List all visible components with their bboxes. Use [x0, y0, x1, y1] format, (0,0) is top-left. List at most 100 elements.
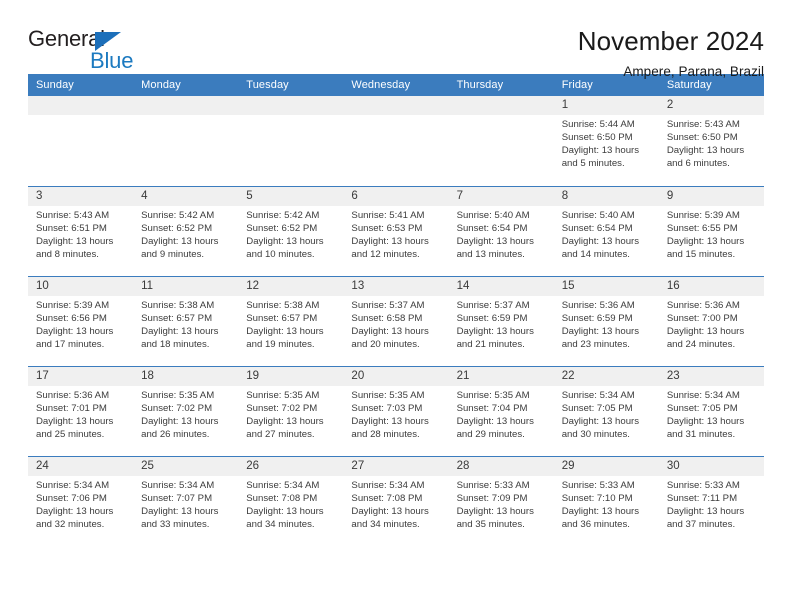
calendar-day-cell[interactable]: 30 Sunrise: 5:33 AM Sunset: 7:11 PM Dayligh… [658, 455, 764, 546]
calendar-day-cell[interactable]: 10 Sunrise: 5:39 AM Sunset: 6:56 PM Dayligh… [28, 275, 134, 366]
sun-details: Sunrise: 5:34 AM Sunset: 7:07 PM Daylight:… [133, 476, 238, 531]
calendar-day-cell[interactable]: 14 Sunrise: 5:37 AM Sunset: 6:59 PM Dayligh… [448, 275, 554, 366]
sunrise-time: Sunrise: 5:43 AM [666, 119, 740, 130]
day-number: 15 [553, 276, 659, 296]
sunset-time: Sunset: 7:06 PM [36, 492, 107, 504]
calendar-day-cell[interactable]: 8 Sunrise: 5:40 AM Sunset: 6:54 PM Daylight… [553, 185, 659, 276]
daylight-line-2: and 32 minutes. [36, 518, 105, 530]
calendar-day-cell[interactable]: 11 Sunrise: 5:38 AM Sunset: 6:57 PM Dayligh… [133, 275, 239, 366]
sunrise-time: Sunrise: 5:40 AM [456, 209, 530, 221]
daylight-line-2: and 37 minutes. [666, 518, 736, 530]
sun-details: Sunrise: 5:38 AM Sunset: 6:57 PM Daylight:… [133, 296, 238, 351]
calendar-day-cell[interactable]: 26 Sunrise: 5:34 AM Sunset: 7:08 PM Dayligh… [238, 455, 344, 546]
sunset-time: Sunset: 6:58 PM [351, 312, 423, 324]
daylight-line-1: Daylight: 13 hours [456, 415, 534, 427]
sunrise-time: Sunrise: 5:36 AM [561, 299, 635, 311]
calendar-day-cell[interactable]: 15 Sunrise: 5:36 AM Sunset: 6:59 PM Dayligh… [553, 275, 659, 366]
calendar-day-cell[interactable]: 27 Sunrise: 5:34 AM Sunset: 7:08 PM Dayligh… [343, 455, 449, 546]
sunset-time: Sunset: 6:59 PM [561, 312, 633, 324]
daylight-line-1: Daylight: 13 hours [456, 235, 534, 247]
sunrise-time: Sunrise: 5:37 AM [456, 299, 530, 311]
daylight-line-1: Daylight: 13 hours [36, 415, 114, 427]
sunrise-time: Sunrise: 5:35 AM [456, 389, 530, 401]
day-number [343, 96, 449, 115]
calendar-day-cell[interactable]: 2 Sunrise: 5:43 AM Sunset: 6:50 PM Daylight… [658, 96, 764, 186]
weekday-header-thursday: Thursday [448, 74, 554, 96]
daylight-line-1: Daylight: 13 hours [351, 505, 429, 517]
calendar-day-cell[interactable]: 19 Sunrise: 5:35 AM Sunset: 7:02 PM Dayligh… [238, 365, 344, 456]
sunrise-time: Sunrise: 5:38 AM [246, 299, 320, 311]
weekday-header-sunday: Sunday [28, 74, 134, 96]
sun-details: Sunrise: 5:34 AM Sunset: 7:08 PM Daylight:… [343, 476, 448, 531]
calendar-day-cell[interactable]: 9 Sunrise: 5:39 AM Sunset: 6:55 PM Daylight… [658, 185, 764, 276]
sunrise-time: Sunrise: 5:35 AM [351, 389, 425, 401]
daylight-line-2: and 5 minutes. [561, 158, 625, 170]
page-header: General Blue November 2024 Ampere, Paran… [28, 0, 764, 79]
page-title: November 2024 [577, 26, 764, 56]
calendar-day-cell[interactable]: 13 Sunrise: 5:37 AM Sunset: 6:58 PM Dayligh… [343, 275, 449, 366]
daylight-line-1: Daylight: 13 hours [561, 415, 640, 427]
sun-details: Sunrise: 5:36 AM Sunset: 6:59 PM Daylight:… [554, 296, 659, 351]
daylight-line-2: and 34 minutes. [246, 518, 315, 530]
day-number: 13 [343, 276, 449, 296]
calendar-day-cell[interactable] [343, 96, 449, 186]
calendar-day-cell[interactable]: 28 Sunrise: 5:33 AM Sunset: 7:09 PM Dayligh… [448, 455, 554, 546]
title-block: November 2024 Ampere, Parana, Brazil [578, 26, 764, 79]
calendar-day-cell[interactable] [238, 96, 344, 186]
day-number: 2 [658, 96, 764, 115]
logo-text-general: General [28, 26, 105, 51]
daylight-line-2: and 25 minutes. [36, 428, 105, 440]
daylight-line-2: and 14 minutes. [561, 248, 630, 260]
day-number: 3 [28, 186, 134, 206]
calendar-day-cell[interactable]: 4 Sunrise: 5:42 AM Sunset: 6:52 PM Daylight… [133, 185, 239, 276]
calendar-day-cell[interactable]: 5 Sunrise: 5:42 AM Sunset: 6:52 PM Daylight… [238, 185, 344, 276]
day-number: 30 [658, 456, 764, 476]
calendar-day-cell[interactable]: 12 Sunrise: 5:38 AM Sunset: 6:57 PM Dayligh… [238, 275, 344, 366]
sunrise-time: Sunrise: 5:41 AM [351, 209, 425, 221]
general-blue-logo[interactable]: General Blue [28, 26, 146, 74]
calendar-day-cell[interactable] [133, 96, 239, 186]
sunrise-time: Sunrise: 5:39 AM [36, 299, 110, 311]
calendar-day-cell[interactable]: 22 Sunrise: 5:34 AM Sunset: 7:05 PM Dayligh… [553, 365, 659, 456]
calendar-day-cell[interactable]: 21 Sunrise: 5:35 AM Sunset: 7:04 PM Dayligh… [448, 365, 554, 456]
sunrise-time: Sunrise: 5:36 AM [36, 389, 110, 401]
calendar-day-cell[interactable]: 18 Sunrise: 5:35 AM Sunset: 7:02 PM Dayligh… [133, 365, 239, 456]
month-calendar: Sunday Monday Tuesday Wednesday Thursday… [28, 74, 764, 546]
calendar-day-cell[interactable]: 25 Sunrise: 5:34 AM Sunset: 7:07 PM Dayligh… [133, 455, 239, 546]
daylight-line-2: and 23 minutes. [561, 338, 630, 350]
calendar-day-cell[interactable]: 20 Sunrise: 5:35 AM Sunset: 7:03 PM Dayligh… [343, 365, 449, 456]
calendar-week-row: 1 Sunrise: 5:44 AM Sunset: 6:50 PM Daylight… [28, 96, 764, 186]
sunset-time: Sunset: 6:52 PM [246, 222, 318, 234]
daylight-line-2: and 15 minutes. [666, 248, 736, 260]
weekday-header-tuesday: Tuesday [238, 74, 344, 96]
daylight-line-1: Daylight: 13 hours [561, 325, 640, 337]
sun-details: Sunrise: 5:33 AM Sunset: 7:09 PM Daylight:… [449, 476, 554, 531]
calendar-day-cell[interactable]: 3 Sunrise: 5:43 AM Sunset: 6:51 PM Daylight… [28, 185, 134, 276]
sunrise-time: Sunrise: 5:42 AM [246, 209, 320, 221]
sun-details: Sunrise: 5:34 AM Sunset: 7:06 PM Daylight:… [28, 476, 133, 531]
calendar-day-cell[interactable]: 24 Sunrise: 5:34 AM Sunset: 7:06 PM Dayligh… [28, 455, 134, 546]
day-number: 28 [448, 456, 554, 476]
calendar-day-cell[interactable]: 6 Sunrise: 5:41 AM Sunset: 6:53 PM Daylight… [343, 185, 449, 276]
sunrise-time: Sunrise: 5:34 AM [666, 389, 740, 401]
daylight-line-2: and 18 minutes. [141, 338, 210, 350]
sun-details: Sunrise: 5:43 AM Sunset: 6:51 PM Daylight:… [28, 206, 133, 261]
calendar-day-cell[interactable]: 16 Sunrise: 5:36 AM Sunset: 7:00 PM Dayligh… [658, 275, 764, 366]
day-number: 8 [553, 186, 659, 206]
calendar-day-cell[interactable]: 29 Sunrise: 5:33 AM Sunset: 7:10 PM Dayligh… [553, 455, 659, 546]
sunrise-time: Sunrise: 5:36 AM [666, 299, 740, 311]
day-number: 7 [448, 186, 554, 206]
calendar-day-cell[interactable] [448, 96, 554, 186]
calendar-day-cell[interactable] [28, 96, 134, 186]
day-number: 20 [343, 366, 449, 386]
calendar-day-cell[interactable]: 1 Sunrise: 5:44 AM Sunset: 6:50 PM Daylight… [553, 96, 659, 186]
sunset-time: Sunset: 6:55 PM [666, 222, 738, 234]
calendar-day-cell[interactable]: 23 Sunrise: 5:34 AM Sunset: 7:05 PM Dayligh… [658, 365, 764, 456]
daylight-line-1: Daylight: 13 hours [141, 235, 219, 247]
daylight-line-1: Daylight: 13 hours [351, 415, 429, 427]
sun-details: Sunrise: 5:43 AM Sunset: 6:50 PM Daylight:… [659, 115, 764, 170]
calendar-day-cell[interactable]: 7 Sunrise: 5:40 AM Sunset: 6:54 PM Daylight… [448, 185, 554, 276]
sunrise-time: Sunrise: 5:34 AM [351, 479, 425, 491]
daylight-line-1: Daylight: 13 hours [456, 505, 534, 517]
calendar-day-cell[interactable]: 17 Sunrise: 5:36 AM Sunset: 7:01 PM Dayligh… [28, 365, 134, 456]
